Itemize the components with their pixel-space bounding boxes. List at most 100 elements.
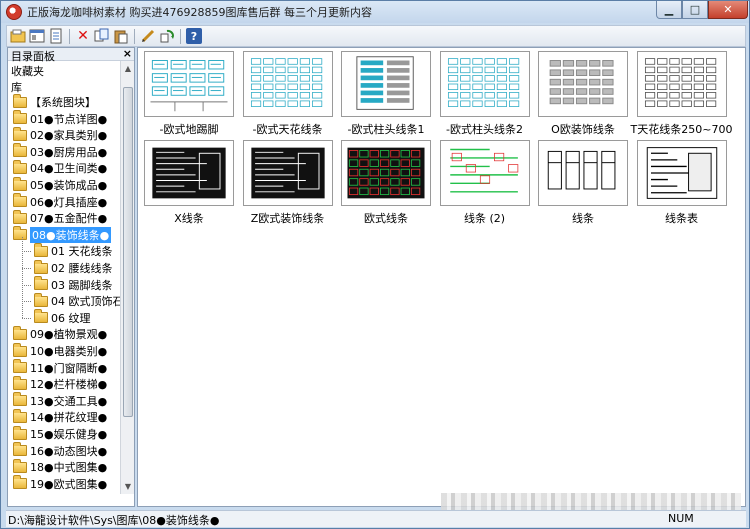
thumbnail-item[interactable]: -欧式柱头线条2 bbox=[439, 51, 530, 136]
thumbnail-item[interactable]: -欧式柱头线条1 bbox=[341, 51, 431, 136]
close-panel-icon[interactable]: × bbox=[123, 48, 132, 60]
thumbnail-label: -欧式柱头线条2 bbox=[446, 123, 523, 136]
thumbnail-item[interactable]: 线条 (2) bbox=[439, 140, 530, 225]
library-item[interactable]: 库 bbox=[11, 79, 22, 95]
thumbnail-preview[interactable] bbox=[242, 140, 333, 206]
toolbar-separator bbox=[134, 29, 135, 44]
tree-item[interactable]: 19●欧式图集● bbox=[13, 475, 107, 492]
thumbnail-preview[interactable] bbox=[538, 51, 628, 117]
thumbnail-label: -欧式天花线条 bbox=[252, 123, 323, 136]
thumbnail-preview[interactable] bbox=[636, 140, 727, 206]
folder-icon bbox=[13, 359, 27, 374]
tree-item-label: 03●厨房用品● bbox=[30, 145, 108, 159]
toolbar-separator bbox=[69, 29, 70, 44]
category-tree: 【系统图块】 01●节点详图● 02●家具类别● 03●厨房用品● 04●卫生间类● 05… bbox=[8, 94, 120, 506]
thumbnail-item[interactable]: X线条 bbox=[144, 140, 234, 225]
toolbar-separator bbox=[180, 29, 181, 44]
tree-item[interactable]: 13●交通工具● bbox=[13, 392, 108, 409]
document-list-icon[interactable] bbox=[48, 28, 64, 44]
refresh-icon[interactable] bbox=[159, 28, 175, 44]
tree-item-label: 08●装饰线条● bbox=[30, 226, 112, 243]
folder-icon bbox=[13, 408, 27, 423]
folder-icon bbox=[34, 292, 48, 307]
tree-subitem[interactable]: 06 纹理 bbox=[34, 309, 91, 326]
tree-item-label: 06●灯具插座● bbox=[30, 195, 108, 209]
thumbnail-label: X线条 bbox=[174, 212, 204, 225]
thumbnail-preview[interactable] bbox=[144, 140, 234, 206]
thumbnail-item[interactable]: O欧装饰线条 bbox=[538, 51, 628, 136]
vertical-scroll-thumb[interactable] bbox=[123, 87, 133, 417]
thumbnail-preview[interactable] bbox=[341, 140, 431, 206]
tree-subitem[interactable]: 01 天花线条 bbox=[34, 242, 113, 259]
tree-subitem[interactable]: 02 腰线线条 bbox=[34, 259, 113, 276]
folder-icon bbox=[13, 159, 27, 174]
thumbnail-label: 线条 (2) bbox=[463, 212, 506, 225]
tree-item-label: 13●交通工具● bbox=[30, 394, 108, 408]
tree-item[interactable]: 09●植物景观● bbox=[13, 325, 107, 342]
tree-item[interactable]: 06●灯具插座● bbox=[13, 193, 108, 210]
folder-icon bbox=[13, 442, 27, 457]
tree-item[interactable]: 03●厨房用品● bbox=[13, 143, 108, 160]
directory-panel-title: 目录面板 bbox=[11, 50, 55, 63]
thumbnail-preview[interactable] bbox=[341, 51, 431, 117]
tree-vertical-scrollbar[interactable]: ▲ ▼ bbox=[120, 61, 134, 494]
window-title: 正版海龙咖啡树素材 购买进476928859图库售后群 每三个月更新内容 bbox=[27, 6, 372, 19]
tree-item[interactable]: 01●节点详图● bbox=[13, 110, 107, 127]
tree-item[interactable]: 08●装饰线条● bbox=[13, 226, 112, 243]
open-folder-icon[interactable] bbox=[10, 28, 26, 44]
tree-item[interactable]: 02●家具类别● bbox=[13, 126, 107, 143]
tree-subitem[interactable]: 04 欧式顶饰石膏 bbox=[34, 292, 120, 309]
copy-icon[interactable] bbox=[94, 28, 110, 44]
tree-item[interactable]: 16●动态图块● bbox=[13, 442, 107, 459]
scroll-down-icon[interactable]: ▼ bbox=[121, 479, 134, 494]
tree-item-label: 12●栏杆楼梯● bbox=[30, 378, 108, 392]
thumbnail-preview[interactable] bbox=[439, 140, 530, 206]
tree-guide-line bbox=[22, 284, 31, 286]
scroll-up-icon[interactable]: ▲ bbox=[121, 61, 134, 76]
paste-icon[interactable] bbox=[113, 28, 129, 44]
thumbnail-preview[interactable] bbox=[538, 140, 628, 206]
status-path: D:\海龍设计软件\Sys\图库\08●装饰线条● bbox=[8, 514, 220, 527]
help-icon[interactable]: ? bbox=[186, 28, 202, 44]
tree-item[interactable]: 【系统图块】 bbox=[13, 94, 96, 110]
folder-icon bbox=[13, 193, 27, 208]
minimize-button[interactable]: ▁ bbox=[656, 1, 682, 19]
tree-item-label: 04 欧式顶饰石膏 bbox=[51, 295, 120, 309]
tree-item[interactable]: 12●栏杆楼梯● bbox=[13, 375, 108, 392]
tree-item[interactable]: 10●电器类别● bbox=[13, 342, 107, 359]
tree-item-label: 01 天花线条 bbox=[51, 245, 113, 259]
tree-item[interactable]: 14●拼花纹理● bbox=[13, 408, 107, 425]
thumbnail-preview[interactable] bbox=[242, 51, 333, 117]
tree-subitem[interactable]: 03 踢脚线条 bbox=[34, 276, 113, 293]
close-window-button[interactable]: ✕ bbox=[708, 1, 748, 19]
title-bar[interactable]: 正版海龙咖啡树素材 购买进476928859图库售后群 每三个月更新内容 ▁ □… bbox=[1, 1, 749, 23]
delete-icon[interactable]: ✕ bbox=[75, 28, 91, 44]
thumbnail-label: O欧装饰线条 bbox=[551, 123, 615, 136]
tree-item[interactable]: 18●中式图集● bbox=[13, 458, 107, 475]
tree-item[interactable]: 04●卫生间类● bbox=[13, 159, 107, 176]
thumbnail-item[interactable]: 欧式线条 bbox=[341, 140, 431, 225]
thumbnail-preview[interactable] bbox=[144, 51, 234, 117]
thumbnail-panel: -欧式地踢脚 -欧式天花线条 -欧式柱头线条1 -欧式柱头线条2 O欧装饰线条 T天花线条… bbox=[137, 47, 746, 507]
tree-item[interactable]: 07●五金配件● bbox=[13, 209, 107, 226]
directory-panel-header: 目录面板 × bbox=[8, 48, 134, 63]
thumbnail-item[interactable]: -欧式天花线条 bbox=[242, 51, 333, 136]
maximize-button[interactable]: □ bbox=[682, 1, 708, 19]
tree-item[interactable]: 05●装饰成品● bbox=[13, 176, 107, 193]
favorites-item[interactable]: 收藏夹 bbox=[11, 63, 44, 79]
tree-item[interactable]: 15●娱乐健身● bbox=[13, 425, 107, 442]
edit-pencil-icon[interactable] bbox=[140, 28, 156, 44]
thumbnail-item[interactable]: Z欧式装饰线条 bbox=[242, 140, 333, 225]
thumbnail-item[interactable]: T天花线条250~700 bbox=[631, 51, 732, 136]
thumbnail-item[interactable]: -欧式地踢脚 bbox=[144, 51, 234, 136]
thumbnail-preview[interactable] bbox=[636, 51, 727, 117]
tree-item[interactable]: 11●门窗隔断● bbox=[13, 359, 107, 376]
thumbnail-preview[interactable] bbox=[439, 51, 530, 117]
folder-icon bbox=[13, 110, 27, 125]
thumbnail-item[interactable]: 线条表 bbox=[636, 140, 727, 225]
folder-icon bbox=[13, 226, 27, 241]
tree-guide-line bbox=[22, 301, 31, 303]
thumbnail-item[interactable]: 线条 bbox=[538, 140, 628, 225]
window-view-icon[interactable] bbox=[29, 28, 45, 44]
folder-icon bbox=[13, 342, 27, 357]
